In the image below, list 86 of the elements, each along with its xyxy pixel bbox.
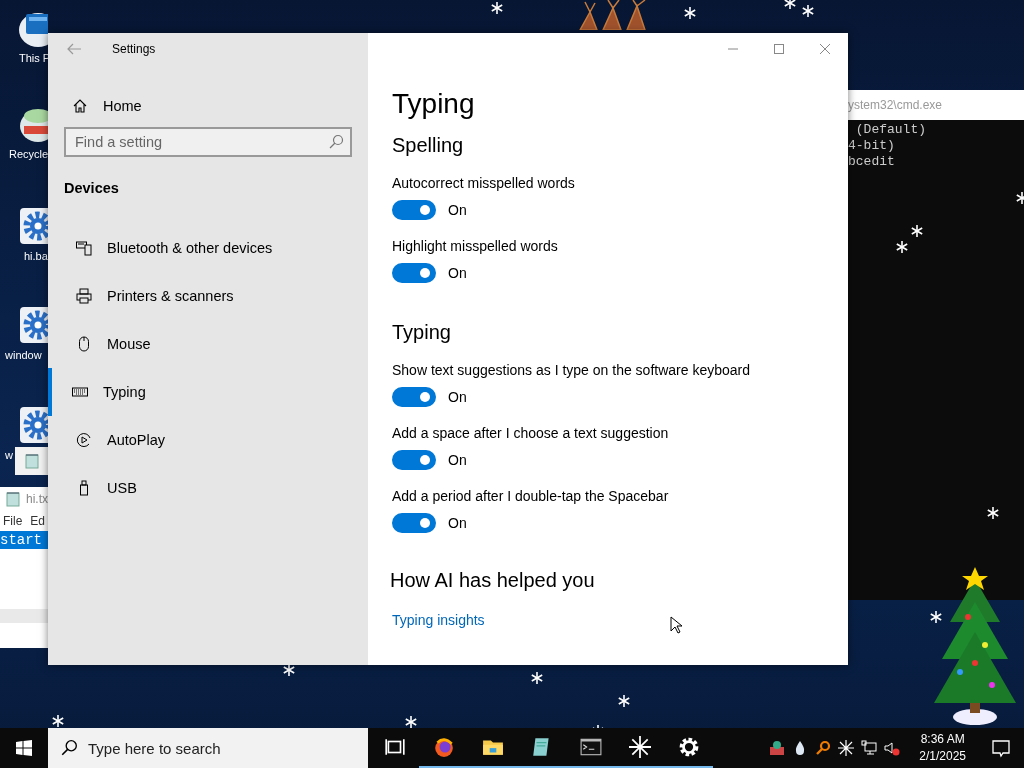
autoplay-icon xyxy=(76,432,92,448)
search-icon xyxy=(60,739,78,757)
notepad-icon xyxy=(25,453,39,469)
muted-speaker-icon[interactable] xyxy=(884,740,901,756)
snowflake-icon xyxy=(784,0,796,9)
setting-label: Autocorrect misspelled words xyxy=(392,175,575,191)
toggle-state: On xyxy=(448,452,467,468)
keyboard-icon xyxy=(72,384,88,400)
search-icon xyxy=(328,134,344,150)
snowflake-icon xyxy=(802,5,814,17)
group-heading: How AI has helped you xyxy=(390,569,595,592)
taskbar-search-field[interactable]: Type here to search xyxy=(48,728,368,768)
terminal-icon xyxy=(579,736,602,758)
desktop-icon-label: hi.ba xyxy=(24,250,48,262)
snowflake-icon xyxy=(491,2,503,14)
setting-label: Add a space after I choose a text suggestion xyxy=(392,425,669,441)
terminal-line: (Default) xyxy=(854,122,927,138)
maximize-icon[interactable] xyxy=(773,43,785,55)
notepad-icon xyxy=(6,491,20,507)
toggle-switch[interactable] xyxy=(392,387,436,407)
setting-label: Highlight misspelled words xyxy=(392,238,558,254)
snowflake-icon xyxy=(405,716,417,728)
gear-file-icon[interactable] xyxy=(18,206,48,246)
nav-item[interactable]: USB xyxy=(48,464,352,512)
desktop-icon-label: w xyxy=(5,449,14,461)
snowflake-icon xyxy=(684,7,696,19)
close-icon[interactable] xyxy=(819,43,831,55)
toggle-state: On xyxy=(448,265,467,281)
toggle-switch[interactable] xyxy=(392,513,436,533)
snowflake-icon xyxy=(896,241,908,253)
magnifier-icon[interactable] xyxy=(815,740,832,756)
snowflake-icon xyxy=(52,715,64,727)
setting-label: Show text suggestions as I type on the software keyboard xyxy=(392,362,750,378)
gear-file-icon[interactable] xyxy=(18,305,48,345)
typing-insights-link[interactable]: Typing insights xyxy=(392,612,485,628)
mouse-pointer-icon xyxy=(670,616,682,634)
window-title: ystem32\cmd.exe xyxy=(848,98,943,112)
horizontal-scrollbar[interactable] xyxy=(0,609,48,623)
settings-icon xyxy=(677,736,700,758)
toggle-switch[interactable] xyxy=(392,263,436,283)
snowflake-icon xyxy=(618,695,630,707)
nav-item[interactable]: Bluetooth & other devices xyxy=(48,224,352,272)
section-heading: Devices xyxy=(64,180,120,196)
snowflake-icon xyxy=(930,611,942,623)
notifications-icon[interactable] xyxy=(991,738,1011,758)
mouse-icon xyxy=(76,336,92,352)
page-title: Typing xyxy=(392,88,475,120)
terminal-line: 4-bit) xyxy=(848,138,896,154)
nav-item[interactable]: Typing xyxy=(48,368,352,416)
desktop-icon-label: Recycle xyxy=(9,148,48,160)
window-title: hi.tx xyxy=(26,492,48,506)
windows-start-icon[interactable] xyxy=(16,740,32,756)
menu-item[interactable]: Ed xyxy=(30,514,46,528)
menu-item[interactable]: File xyxy=(3,514,23,528)
gear-file-icon[interactable] xyxy=(18,405,48,445)
browser-icon xyxy=(432,736,455,758)
starburst-icon xyxy=(628,736,651,758)
nav-item[interactable]: Printers & scanners xyxy=(48,272,352,320)
clock[interactable]: 8:36 AM 2/1/2025 xyxy=(919,731,966,765)
toggle-state: On xyxy=(448,515,467,531)
starburst-icon[interactable] xyxy=(838,740,855,756)
task-view-icon xyxy=(383,736,406,758)
setting-label: Add a period after I double-tap the Spacebar xyxy=(392,488,669,504)
snowflake-icon xyxy=(531,672,543,684)
nav-item[interactable]: AutoPlay xyxy=(48,416,352,464)
toggle-switch[interactable] xyxy=(392,200,436,220)
group-heading: Typing xyxy=(392,321,451,344)
toggle-switch[interactable] xyxy=(392,450,436,470)
terminal-line: bcedit xyxy=(848,154,896,170)
toggle-state: On xyxy=(448,389,467,405)
snowflake-icon xyxy=(987,507,999,519)
network-icon[interactable] xyxy=(861,740,878,756)
home-link[interactable]: Home xyxy=(64,96,352,116)
snowflake-icon xyxy=(283,664,295,676)
group-heading: Spelling xyxy=(392,134,464,157)
selected-text: start xyxy=(0,531,48,549)
search-field[interactable]: Find a setting xyxy=(64,127,352,157)
window-thumbnail[interactable] xyxy=(15,447,48,475)
window-title: Settings xyxy=(112,42,156,56)
snowflake-icon xyxy=(911,225,923,237)
desktop-icon-label: window xyxy=(5,349,43,361)
printer-icon xyxy=(76,288,92,304)
home-icon xyxy=(72,98,88,114)
keyboard-phone-icon xyxy=(76,240,92,256)
nav-item[interactable]: Mouse xyxy=(48,320,352,368)
toggle-state: On xyxy=(448,202,467,218)
